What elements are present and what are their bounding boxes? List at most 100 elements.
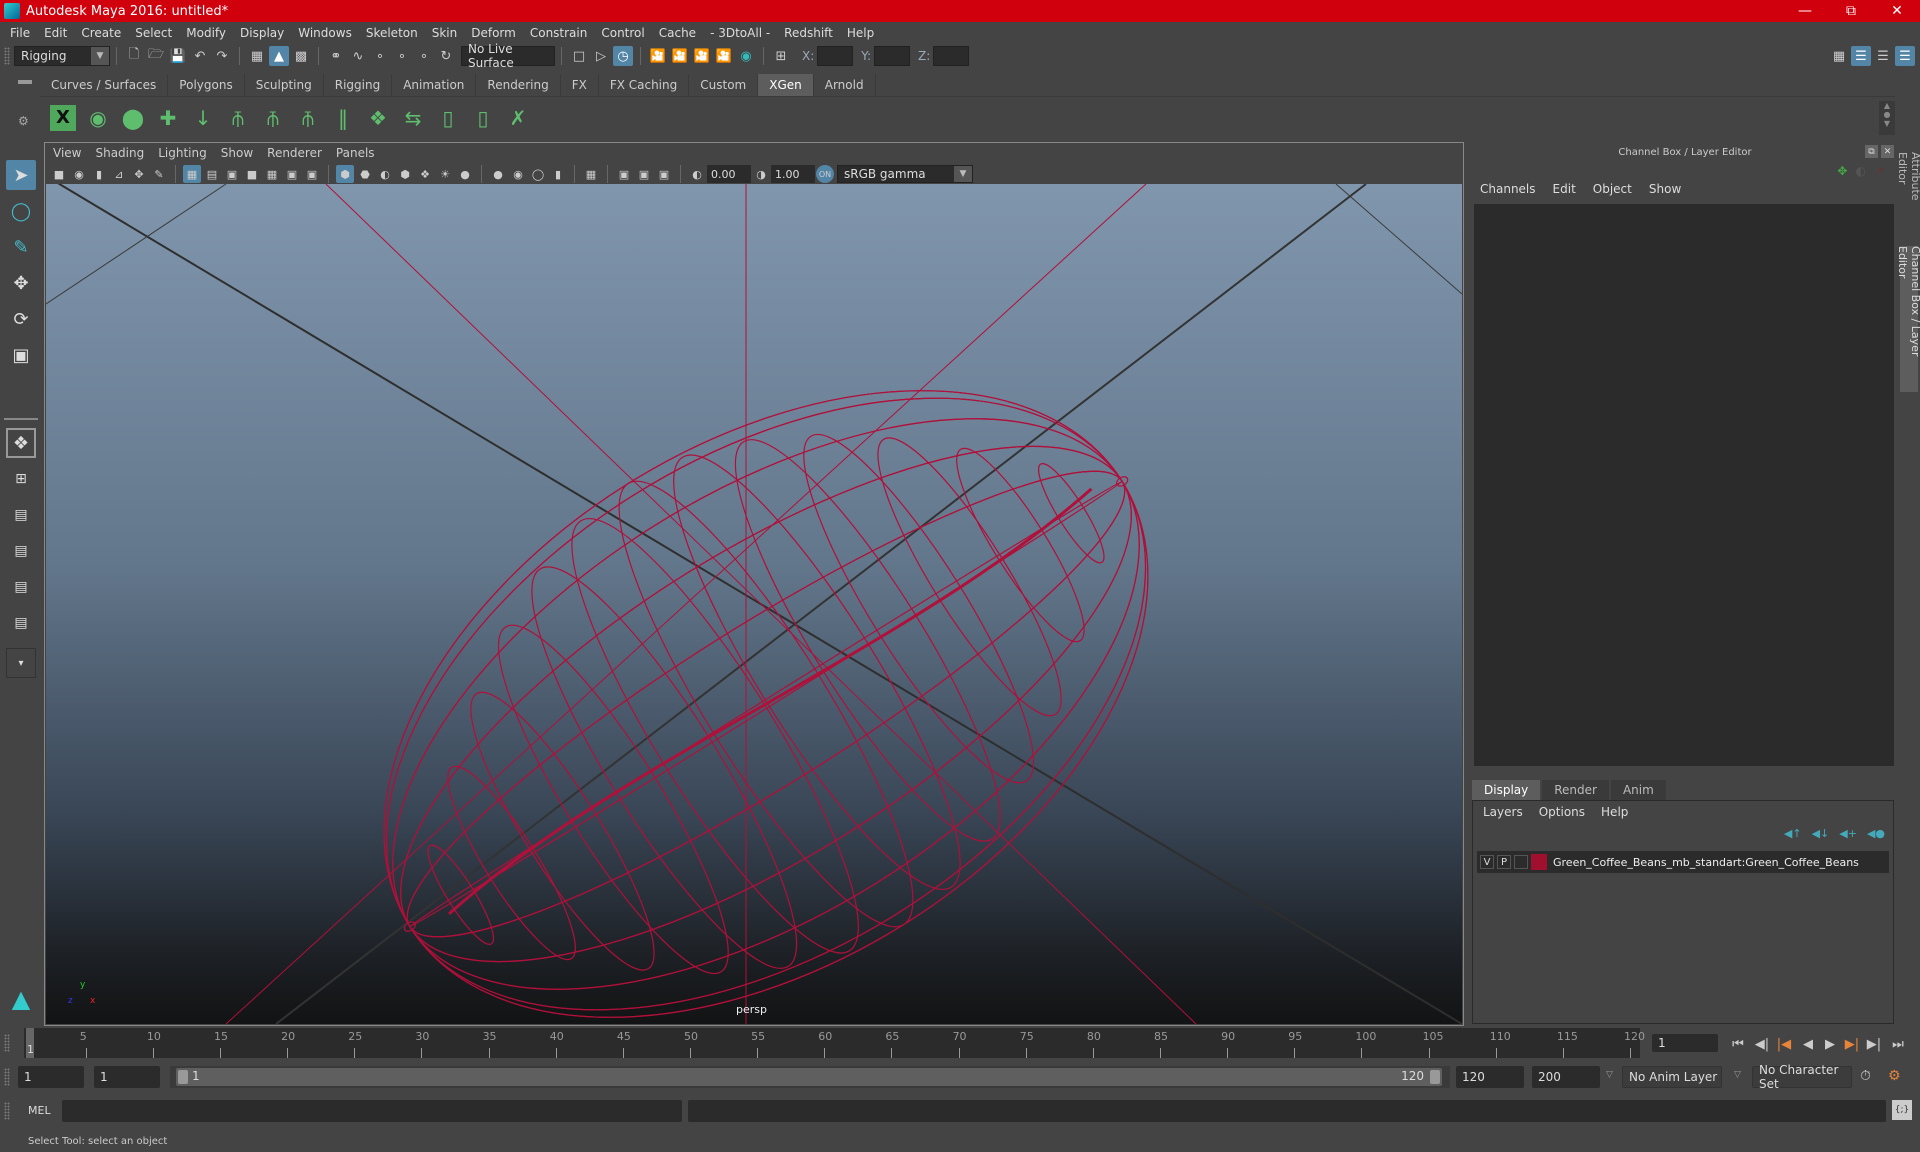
render-settings-icon[interactable]: 🎦 bbox=[714, 46, 734, 66]
single-perspective-layout-icon[interactable]: ❖ bbox=[6, 428, 36, 458]
xray-icon[interactable]: ▣ bbox=[615, 165, 633, 183]
anim-layer-dropdown[interactable]: No Anim Layer bbox=[1622, 1066, 1722, 1088]
auto-key-icon[interactable]: ⏱ bbox=[1860, 1068, 1871, 1084]
menu-object[interactable]: Object bbox=[1593, 182, 1632, 196]
go-to-start-icon[interactable]: ⏮ bbox=[1728, 1034, 1748, 1054]
menu-help[interactable]: Help bbox=[847, 26, 874, 40]
input-ops-icon[interactable]: □ bbox=[569, 46, 589, 66]
channel-box-toggle-icon[interactable]: ☰ bbox=[1895, 46, 1915, 66]
menu-windows[interactable]: Windows bbox=[298, 26, 352, 40]
xgen-place-icon[interactable]: ↓ bbox=[188, 102, 218, 134]
new-scene-icon[interactable]: 🗋 bbox=[124, 46, 144, 66]
start-time-field[interactable]: 1 bbox=[18, 1066, 84, 1088]
layer-color-swatch[interactable] bbox=[1531, 854, 1547, 870]
speed-icon[interactable]: ↗ bbox=[1874, 164, 1884, 178]
smooth-shade-icon[interactable]: ⬣ bbox=[356, 165, 374, 183]
shelf-tab-sculpting[interactable]: Sculpting bbox=[245, 74, 324, 96]
rotate-tool-icon[interactable]: ⟳ bbox=[6, 304, 36, 334]
playback-start-field[interactable]: 1 bbox=[94, 1066, 160, 1088]
z-field[interactable] bbox=[933, 46, 970, 66]
menu-modify[interactable]: Modify bbox=[186, 26, 226, 40]
gate-mask-icon[interactable]: ■ bbox=[243, 165, 261, 183]
menu-create[interactable]: Create bbox=[81, 26, 121, 40]
3d-viewport[interactable]: y z x persp bbox=[46, 184, 1462, 1024]
shelf-tab-polygons[interactable]: Polygons bbox=[168, 74, 245, 96]
xgen-add-guides-icon[interactable]: ✚ bbox=[153, 102, 183, 134]
select-tool-icon[interactable]: ➤ bbox=[6, 160, 36, 190]
open-scene-icon[interactable]: 🗁 bbox=[146, 46, 166, 66]
xgen-delete-guide-icon[interactable]: ✗ bbox=[503, 102, 533, 134]
script-editor-icon[interactable]: {;} bbox=[1892, 1100, 1912, 1120]
range-end-handle[interactable] bbox=[1430, 1070, 1440, 1084]
color-management-toggle-icon[interactable]: ON bbox=[816, 165, 834, 183]
range-slider[interactable]: 1 120 bbox=[176, 1068, 1442, 1086]
shelf-tab-arnold[interactable]: Arnold bbox=[814, 74, 876, 96]
select-camera-icon[interactable]: ■ bbox=[50, 165, 68, 183]
hypershade-icon[interactable]: ◉ bbox=[736, 46, 756, 66]
xray-active-components-icon[interactable]: ▣ bbox=[635, 165, 653, 183]
end-time-field[interactable]: 200 bbox=[1532, 1066, 1600, 1088]
menu-edit[interactable]: Edit bbox=[44, 26, 67, 40]
snap-view-plane-icon[interactable]: ∘ bbox=[392, 46, 412, 66]
anti-aliasing-icon[interactable]: ◯ bbox=[529, 165, 547, 183]
panel-menu-panels[interactable]: Panels bbox=[336, 146, 375, 160]
menu-constrain[interactable]: Constrain bbox=[530, 26, 588, 40]
camera-attributes-icon[interactable]: ◉ bbox=[70, 165, 88, 183]
safe-title-icon[interactable]: ▣ bbox=[303, 165, 321, 183]
menu-cache[interactable]: Cache bbox=[659, 26, 696, 40]
layer-visibility-toggle[interactable]: V bbox=[1480, 855, 1494, 869]
command-input[interactable] bbox=[62, 1100, 682, 1122]
menu-layers[interactable]: Layers bbox=[1483, 805, 1523, 819]
manipulator-icon[interactable]: ✥ bbox=[1837, 164, 1847, 178]
xgen-visibility-icon[interactable]: ◉ bbox=[83, 102, 113, 134]
menu-3dtoall[interactable]: - 3DtoAll - bbox=[710, 26, 770, 40]
menu-edit[interactable]: Edit bbox=[1553, 182, 1576, 196]
animation-preferences-icon[interactable]: ⚙ bbox=[1888, 1068, 1901, 1084]
shelf-menu-icon[interactable] bbox=[18, 80, 32, 84]
grid-toggle-icon[interactable]: ▦ bbox=[183, 165, 201, 183]
field-chart-icon[interactable]: ▦ bbox=[263, 165, 281, 183]
snap-point-icon[interactable]: ∘ bbox=[370, 46, 390, 66]
xray-joints-icon[interactable]: ▣ bbox=[655, 165, 673, 183]
resolution-gate-icon[interactable]: ▣ bbox=[223, 165, 241, 183]
construction-history-icon[interactable]: ◷ bbox=[613, 46, 633, 66]
render-frame-icon[interactable]: 🎦 bbox=[670, 46, 690, 66]
shelf-tab-curves-surfaces[interactable]: Curves / Surfaces bbox=[40, 74, 169, 96]
grease-pencil-icon[interactable]: ✎ bbox=[150, 165, 168, 183]
xgen-window-icon[interactable]: X bbox=[48, 102, 78, 134]
film-gate-icon[interactable]: ▤ bbox=[203, 165, 221, 183]
close-panel-icon[interactable]: ✕ bbox=[1881, 145, 1894, 158]
play-forwards-icon[interactable]: ▶ bbox=[1820, 1034, 1840, 1054]
shelf-settings-icon[interactable]: ⚙ bbox=[18, 114, 29, 128]
current-frame-field[interactable]: 1 bbox=[1652, 1034, 1718, 1052]
scroll-up-icon[interactable]: ▲ bbox=[1884, 101, 1890, 110]
menu-redshift[interactable]: Redshift bbox=[784, 26, 833, 40]
go-to-end-icon[interactable]: ⏭ bbox=[1888, 1034, 1908, 1054]
menu-channels[interactable]: Channels bbox=[1480, 182, 1536, 196]
side-tab-channel-box[interactable]: Channel Box / Layer Editor bbox=[1896, 246, 1920, 392]
menu-skeleton[interactable]: Skeleton bbox=[366, 26, 418, 40]
shelf-tab-fx[interactable]: FX bbox=[561, 74, 599, 96]
panel-menu-view[interactable]: View bbox=[53, 146, 81, 160]
layer-row[interactable]: V P Green_Coffee_Beans_mb_standart:Green… bbox=[1477, 851, 1889, 873]
close-button[interactable]: ✕ bbox=[1874, 0, 1920, 22]
snap-curve-icon[interactable]: ∿ bbox=[348, 46, 368, 66]
step-forward-frame-icon[interactable]: ▶| bbox=[1864, 1034, 1884, 1054]
more-layouts-icon[interactable]: ▾ bbox=[6, 648, 36, 678]
shadows-icon[interactable]: ● bbox=[456, 165, 474, 183]
time-slider[interactable]: 1 5 10 15 20 25 30 35 40 45 50 55 60 65 70 75 80 85 90 95 1… bbox=[24, 1028, 1645, 1058]
y-field[interactable] bbox=[874, 46, 911, 66]
sync-icon[interactable]: ◐ bbox=[1855, 164, 1865, 178]
new-layer-selected-icon[interactable]: ◀● bbox=[1867, 827, 1885, 840]
layer-playback-toggle[interactable]: P bbox=[1497, 855, 1511, 869]
hypershade-persp-layout-icon[interactable]: ▤ bbox=[6, 572, 36, 602]
float-panel-icon[interactable]: ⧉ bbox=[1865, 145, 1878, 158]
persp-outliner-graph-layout-icon[interactable]: ▤ bbox=[6, 608, 36, 638]
xgen-flip-guide-icon[interactable]: ⇆ bbox=[398, 102, 428, 134]
xgen-bend-guide-icon[interactable]: ‖ bbox=[328, 102, 358, 134]
redo-icon[interactable]: ↷ bbox=[212, 46, 232, 66]
playback-end-field[interactable]: 120 bbox=[1456, 1066, 1524, 1088]
gamma-field[interactable]: 1.00 bbox=[771, 165, 815, 183]
xgen-density-icon[interactable]: ❖ bbox=[363, 102, 393, 134]
step-back-key-icon[interactable]: |◀ bbox=[1774, 1034, 1794, 1054]
